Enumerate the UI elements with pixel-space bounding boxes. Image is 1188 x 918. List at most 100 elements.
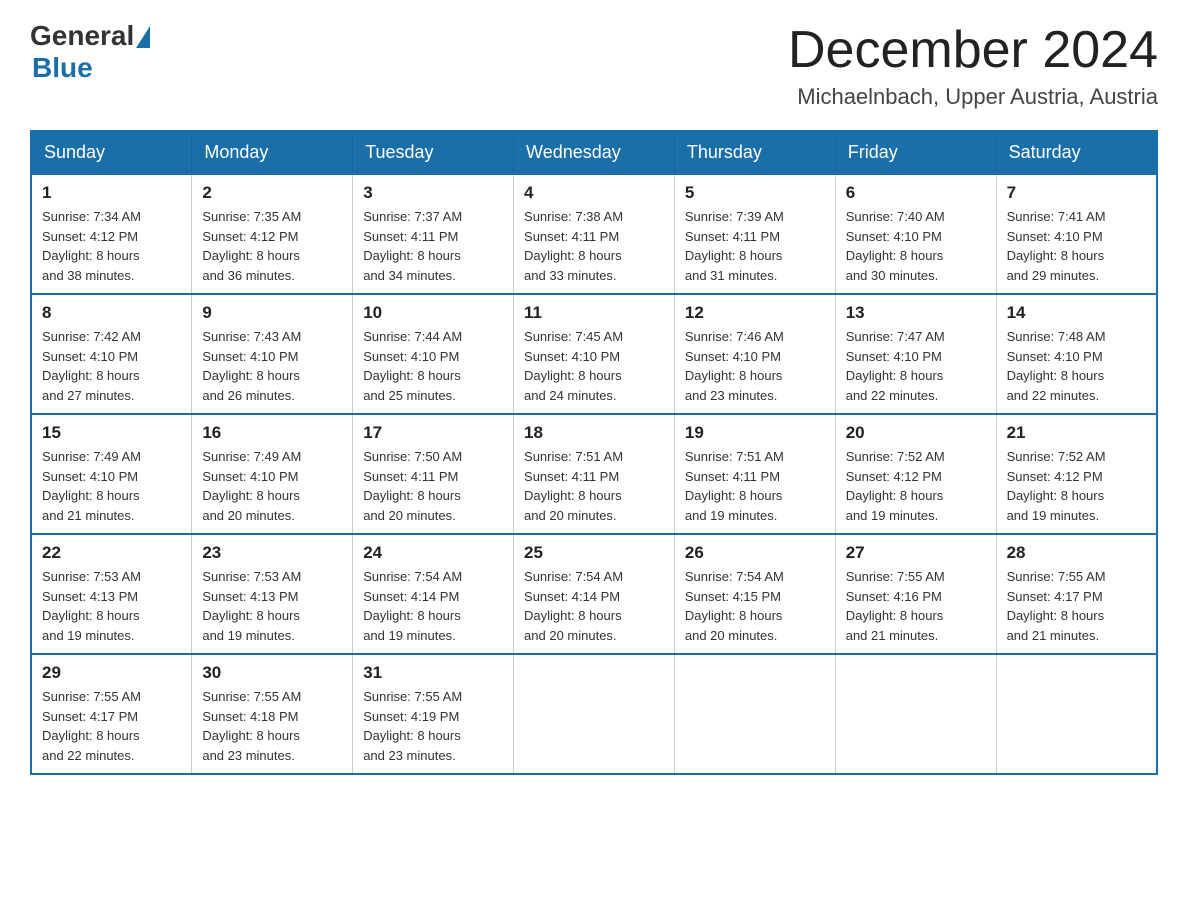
- col-wednesday: Wednesday: [514, 131, 675, 174]
- col-thursday: Thursday: [674, 131, 835, 174]
- day-number: 29: [42, 663, 181, 683]
- day-info: Sunrise: 7:52 AMSunset: 4:12 PMDaylight:…: [846, 447, 986, 525]
- calendar-cell: 19 Sunrise: 7:51 AMSunset: 4:11 PMDayligh…: [674, 414, 835, 534]
- logo: General Blue: [30, 20, 150, 84]
- day-number: 6: [846, 183, 986, 203]
- calendar-cell: 16 Sunrise: 7:49 AMSunset: 4:10 PMDayligh…: [192, 414, 353, 534]
- calendar-cell: 23Sunrise: 7:53 AMSunset: 4:13 PMDayligh…: [192, 534, 353, 654]
- day-info: Sunrise: 7:55 AMSunset: 4:17 PMDaylight:…: [1007, 567, 1146, 645]
- day-info: Sunrise: 7:45 AMSunset: 4:10 PMDaylight:…: [524, 327, 664, 405]
- location: Michaelnbach, Upper Austria, Austria: [788, 84, 1158, 110]
- day-info: Sunrise: 7:48 AMSunset: 4:10 PMDaylight:…: [1007, 327, 1146, 405]
- day-number: 15: [42, 423, 181, 443]
- day-number: 1: [42, 183, 181, 203]
- day-info: Sunrise: 7:47 AMSunset: 4:10 PMDaylight:…: [846, 327, 986, 405]
- calendar-week-row: 1 Sunrise: 7:34 AMSunset: 4:12 PMDaylight…: [31, 174, 1157, 294]
- day-info: Sunrise: 7:38 AMSunset: 4:11 PMDaylight:…: [524, 207, 664, 285]
- day-number: 19: [685, 423, 825, 443]
- day-number: 21: [1007, 423, 1146, 443]
- calendar-cell: 11Sunrise: 7:45 AMSunset: 4:10 PMDayligh…: [514, 294, 675, 414]
- day-number: 27: [846, 543, 986, 563]
- col-tuesday: Tuesday: [353, 131, 514, 174]
- calendar-cell: 21 Sunrise: 7:52 AMSunset: 4:12 PMDayligh…: [996, 414, 1157, 534]
- col-sunday: Sunday: [31, 131, 192, 174]
- day-info: Sunrise: 7:54 AMSunset: 4:15 PMDaylight:…: [685, 567, 825, 645]
- day-number: 4: [524, 183, 664, 203]
- calendar-cell: 12 Sunrise: 7:46 AMSunset: 4:10 PMDayligh…: [674, 294, 835, 414]
- day-info: Sunrise: 7:40 AMSunset: 4:10 PMDaylight:…: [846, 207, 986, 285]
- calendar-cell: 18 Sunrise: 7:51 AMSunset: 4:11 PMDayligh…: [514, 414, 675, 534]
- day-info: Sunrise: 7:55 AMSunset: 4:18 PMDaylight:…: [202, 687, 342, 765]
- calendar-cell: [996, 654, 1157, 774]
- calendar-cell: 26 Sunrise: 7:54 AMSunset: 4:15 PMDayligh…: [674, 534, 835, 654]
- day-info: Sunrise: 7:41 AMSunset: 4:10 PMDaylight:…: [1007, 207, 1146, 285]
- day-number: 9: [202, 303, 342, 323]
- col-monday: Monday: [192, 131, 353, 174]
- day-number: 20: [846, 423, 986, 443]
- day-info: Sunrise: 7:55 AMSunset: 4:16 PMDaylight:…: [846, 567, 986, 645]
- day-number: 17: [363, 423, 503, 443]
- day-info: Sunrise: 7:49 AMSunset: 4:10 PMDaylight:…: [42, 447, 181, 525]
- calendar-cell: 14 Sunrise: 7:48 AMSunset: 4:10 PMDayligh…: [996, 294, 1157, 414]
- calendar-cell: 13 Sunrise: 7:47 AMSunset: 4:10 PMDayligh…: [835, 294, 996, 414]
- calendar-cell: 29Sunrise: 7:55 AMSunset: 4:17 PMDayligh…: [31, 654, 192, 774]
- day-number: 30: [202, 663, 342, 683]
- day-number: 18: [524, 423, 664, 443]
- calendar-cell: 28 Sunrise: 7:55 AMSunset: 4:17 PMDayligh…: [996, 534, 1157, 654]
- calendar-cell: 7Sunrise: 7:41 AMSunset: 4:10 PMDaylight…: [996, 174, 1157, 294]
- calendar-week-row: 15 Sunrise: 7:49 AMSunset: 4:10 PMDayligh…: [31, 414, 1157, 534]
- day-info: Sunrise: 7:39 AMSunset: 4:11 PMDaylight:…: [685, 207, 825, 285]
- day-number: 13: [846, 303, 986, 323]
- calendar-cell: 31Sunrise: 7:55 AMSunset: 4:19 PMDayligh…: [353, 654, 514, 774]
- calendar-cell: [674, 654, 835, 774]
- day-info: Sunrise: 7:52 AMSunset: 4:12 PMDaylight:…: [1007, 447, 1146, 525]
- day-info: Sunrise: 7:35 AMSunset: 4:12 PMDaylight:…: [202, 207, 342, 285]
- col-friday: Friday: [835, 131, 996, 174]
- day-number: 28: [1007, 543, 1146, 563]
- calendar-cell: 10 Sunrise: 7:44 AMSunset: 4:10 PMDayligh…: [353, 294, 514, 414]
- calendar-cell: 17 Sunrise: 7:50 AMSunset: 4:11 PMDayligh…: [353, 414, 514, 534]
- day-number: 2: [202, 183, 342, 203]
- calendar-week-row: 29Sunrise: 7:55 AMSunset: 4:17 PMDayligh…: [31, 654, 1157, 774]
- day-info: Sunrise: 7:37 AMSunset: 4:11 PMDaylight:…: [363, 207, 503, 285]
- day-info: Sunrise: 7:53 AMSunset: 4:13 PMDaylight:…: [202, 567, 342, 645]
- calendar-cell: 4 Sunrise: 7:38 AMSunset: 4:11 PMDaylight…: [514, 174, 675, 294]
- day-number: 26: [685, 543, 825, 563]
- calendar-header-row: Sunday Monday Tuesday Wednesday Thursday…: [31, 131, 1157, 174]
- logo-blue: Blue: [32, 52, 93, 84]
- day-number: 16: [202, 423, 342, 443]
- calendar-cell: 22Sunrise: 7:53 AMSunset: 4:13 PMDayligh…: [31, 534, 192, 654]
- page-header: General Blue December 2024 Michaelnbach,…: [30, 20, 1158, 110]
- day-info: Sunrise: 7:44 AMSunset: 4:10 PMDaylight:…: [363, 327, 503, 405]
- day-info: Sunrise: 7:54 AMSunset: 4:14 PMDaylight:…: [363, 567, 503, 645]
- day-info: Sunrise: 7:51 AMSunset: 4:11 PMDaylight:…: [524, 447, 664, 525]
- logo-triangle-icon: [136, 26, 150, 48]
- day-info: Sunrise: 7:46 AMSunset: 4:10 PMDaylight:…: [685, 327, 825, 405]
- day-number: 24: [363, 543, 503, 563]
- day-number: 5: [685, 183, 825, 203]
- calendar-cell: 9 Sunrise: 7:43 AMSunset: 4:10 PMDaylight…: [192, 294, 353, 414]
- title-section: December 2024 Michaelnbach, Upper Austri…: [788, 20, 1158, 110]
- calendar-cell: 1 Sunrise: 7:34 AMSunset: 4:12 PMDaylight…: [31, 174, 192, 294]
- day-number: 12: [685, 303, 825, 323]
- day-info: Sunrise: 7:34 AMSunset: 4:12 PMDaylight:…: [42, 207, 181, 285]
- day-info: Sunrise: 7:51 AMSunset: 4:11 PMDaylight:…: [685, 447, 825, 525]
- calendar-cell: 25 Sunrise: 7:54 AMSunset: 4:14 PMDayligh…: [514, 534, 675, 654]
- calendar-cell: [835, 654, 996, 774]
- day-info: Sunrise: 7:50 AMSunset: 4:11 PMDaylight:…: [363, 447, 503, 525]
- day-info: Sunrise: 7:43 AMSunset: 4:10 PMDaylight:…: [202, 327, 342, 405]
- day-info: Sunrise: 7:49 AMSunset: 4:10 PMDaylight:…: [202, 447, 342, 525]
- day-number: 25: [524, 543, 664, 563]
- calendar-week-row: 8Sunrise: 7:42 AMSunset: 4:10 PMDaylight…: [31, 294, 1157, 414]
- day-number: 22: [42, 543, 181, 563]
- calendar-cell: 27 Sunrise: 7:55 AMSunset: 4:16 PMDayligh…: [835, 534, 996, 654]
- calendar-cell: 8Sunrise: 7:42 AMSunset: 4:10 PMDaylight…: [31, 294, 192, 414]
- day-info: Sunrise: 7:55 AMSunset: 4:19 PMDaylight:…: [363, 687, 503, 765]
- calendar-cell: 6 Sunrise: 7:40 AMSunset: 4:10 PMDaylight…: [835, 174, 996, 294]
- day-number: 3: [363, 183, 503, 203]
- day-number: 10: [363, 303, 503, 323]
- day-number: 14: [1007, 303, 1146, 323]
- calendar-cell: 5 Sunrise: 7:39 AMSunset: 4:11 PMDaylight…: [674, 174, 835, 294]
- day-info: Sunrise: 7:54 AMSunset: 4:14 PMDaylight:…: [524, 567, 664, 645]
- logo-general: General: [30, 20, 134, 52]
